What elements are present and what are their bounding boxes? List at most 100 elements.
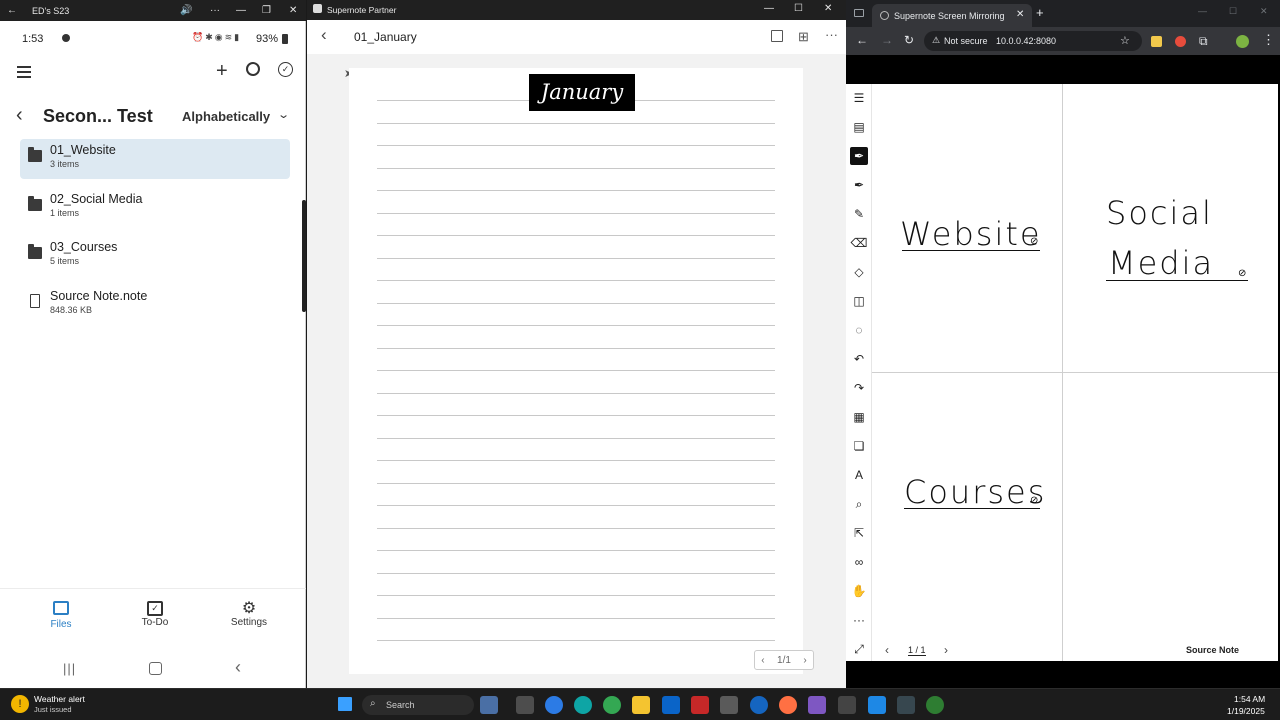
home-icon[interactable] xyxy=(149,662,162,675)
toc-icon[interactable]: ☰ xyxy=(850,89,868,107)
search-icon[interactable]: ⌕ xyxy=(850,495,868,513)
more-icon[interactable]: ··· xyxy=(210,5,220,16)
pen-icon[interactable]: ✒ xyxy=(850,147,868,165)
outlook-icon[interactable] xyxy=(662,696,680,714)
chrome-icon[interactable] xyxy=(603,696,621,714)
document-icon[interactable] xyxy=(771,30,783,42)
redo-icon[interactable]: ↷ xyxy=(850,379,868,397)
copilot-icon[interactable] xyxy=(545,696,563,714)
extensions-puzzle-icon[interactable]: ⧉ xyxy=(1199,34,1208,49)
website-link[interactable]: Website xyxy=(900,215,1042,253)
eraser-icon[interactable]: ◇ xyxy=(850,263,868,281)
task-view-icon[interactable] xyxy=(516,696,534,714)
template-icon[interactable]: ▦ xyxy=(850,408,868,426)
nav-settings[interactable]: ⚙ Settings xyxy=(214,601,284,629)
firefox-icon[interactable] xyxy=(779,696,797,714)
back-icon[interactable]: ← xyxy=(856,33,868,47)
chevron-down-icon[interactable]: ⌄ xyxy=(277,108,290,121)
menu-icon[interactable] xyxy=(17,66,31,78)
sort-dropdown[interactable]: Alphabetically xyxy=(182,109,270,124)
eraser-icon[interactable]: ⌫ xyxy=(850,234,868,252)
maximize-icon[interactable]: ☐ xyxy=(794,3,803,14)
volume-icon[interactable]: 🔊 xyxy=(180,5,192,16)
nav-todo[interactable]: ✓ To-Do xyxy=(120,601,190,628)
weather-alert-icon[interactable]: ! xyxy=(11,695,29,713)
social-media-link[interactable]: Social xyxy=(1106,194,1213,232)
tab-close-icon[interactable]: ✕ xyxy=(1016,9,1024,20)
file-row[interactable]: Source Note.note 848.36 KB xyxy=(20,285,290,325)
highlighter-icon[interactable]: ✎ xyxy=(850,205,868,223)
screenshot-icon[interactable]: ◫ xyxy=(850,292,868,310)
app-icon[interactable] xyxy=(868,696,886,714)
more-options-icon[interactable]: ··· xyxy=(825,27,838,42)
gesture-icon[interactable]: ✋ xyxy=(850,582,868,600)
clock-date[interactable]: 1/19/2025 xyxy=(1227,706,1265,716)
extension-icon[interactable] xyxy=(1175,36,1186,47)
app-icon[interactable] xyxy=(926,696,944,714)
social-media-link[interactable]: Media xyxy=(1108,244,1214,282)
close-icon[interactable]: ✕ xyxy=(1260,6,1268,17)
export-icon[interactable]: ⇱ xyxy=(850,524,868,542)
minimize-icon[interactable]: — xyxy=(1198,6,1207,16)
next-page-icon[interactable]: › xyxy=(803,655,806,666)
lasso-icon[interactable]: ◌ xyxy=(850,321,868,339)
fullscreen-icon[interactable]: ⤢ xyxy=(850,640,868,658)
nav-files[interactable]: Files xyxy=(26,601,96,630)
address-bar[interactable]: ⚠ Not secure 10.0.0.42:8080 ☆ xyxy=(924,31,1142,51)
minimize-icon[interactable]: — xyxy=(764,3,774,14)
minimize-icon[interactable]: — xyxy=(236,5,246,16)
courses-link[interactable]: Courses xyxy=(904,473,1046,511)
bookmark-star-icon[interactable]: ☆ xyxy=(1120,34,1130,47)
text-icon[interactable]: A xyxy=(850,466,868,484)
edge-icon[interactable] xyxy=(574,696,592,714)
next-page-icon[interactable]: › xyxy=(944,643,948,657)
browser-menu-icon[interactable]: ⋮ xyxy=(1262,32,1275,48)
reload-icon[interactable]: ↻ xyxy=(904,33,914,47)
prev-page-icon[interactable]: ‹ xyxy=(885,643,889,657)
app-icon[interactable] xyxy=(808,696,826,714)
more-icon[interactable]: ··· xyxy=(850,611,868,629)
maximize-icon[interactable]: ☐ xyxy=(1229,6,1237,17)
file-row[interactable]: 02_Social Media 1 items xyxy=(20,188,290,228)
url-text[interactable]: 10.0.0.42:8080 xyxy=(996,36,1056,46)
avatar[interactable] xyxy=(1236,35,1249,48)
app-icon[interactable] xyxy=(838,696,856,714)
page-icon[interactable]: ▤ xyxy=(850,118,868,136)
prev-page-icon[interactable]: ‹ xyxy=(761,655,764,666)
back-icon[interactable]: ‹ xyxy=(321,25,327,45)
taskbar-search[interactable]: ⌕ Search xyxy=(362,695,474,715)
recents-icon[interactable]: ||| xyxy=(63,661,76,676)
new-tab-icon[interactable]: + xyxy=(1036,5,1044,20)
close-icon[interactable]: ✕ xyxy=(289,5,297,16)
select-icon[interactable]: ✓ xyxy=(278,62,293,77)
extension-icon[interactable] xyxy=(1151,36,1162,47)
grid-view-icon[interactable]: ⊞ xyxy=(798,29,809,45)
back-nav-icon[interactable]: ‹ xyxy=(235,657,241,678)
app-icon[interactable] xyxy=(750,696,768,714)
security-label[interactable]: Not secure xyxy=(944,36,988,46)
add-icon[interactable]: + xyxy=(216,60,228,83)
undo-icon[interactable]: ↶ xyxy=(850,350,868,368)
app-icon[interactable] xyxy=(897,696,915,714)
back-arrow-icon[interactable]: ← xyxy=(0,5,24,16)
restore-icon[interactable]: ❐ xyxy=(262,5,271,16)
store-icon[interactable] xyxy=(720,696,738,714)
note-page[interactable] xyxy=(349,68,803,674)
file-row[interactable]: 03_Courses 5 items xyxy=(20,236,290,276)
browser-tab[interactable]: Supernote Screen Mirroring ✕ xyxy=(872,4,1032,27)
layers-icon[interactable]: ❏ xyxy=(850,437,868,455)
back-icon[interactable]: ‹ xyxy=(16,104,23,127)
widgets-icon[interactable] xyxy=(480,696,498,714)
forward-icon[interactable]: → xyxy=(881,33,893,47)
link-icon[interactable]: ∞ xyxy=(850,553,868,571)
tab-search-icon[interactable] xyxy=(854,9,864,17)
close-icon[interactable]: ✕ xyxy=(824,3,832,14)
pen-icon[interactable]: ✒ xyxy=(850,176,868,194)
file-row[interactable]: 01_Website 3 items xyxy=(20,139,290,179)
search-icon[interactable] xyxy=(246,62,260,76)
scrollbar[interactable] xyxy=(302,200,306,312)
app-icon[interactable] xyxy=(691,696,709,714)
file-explorer-icon[interactable] xyxy=(632,696,650,714)
windows-start-icon[interactable] xyxy=(338,697,352,711)
clock-time[interactable]: 1:54 AM xyxy=(1234,694,1265,704)
